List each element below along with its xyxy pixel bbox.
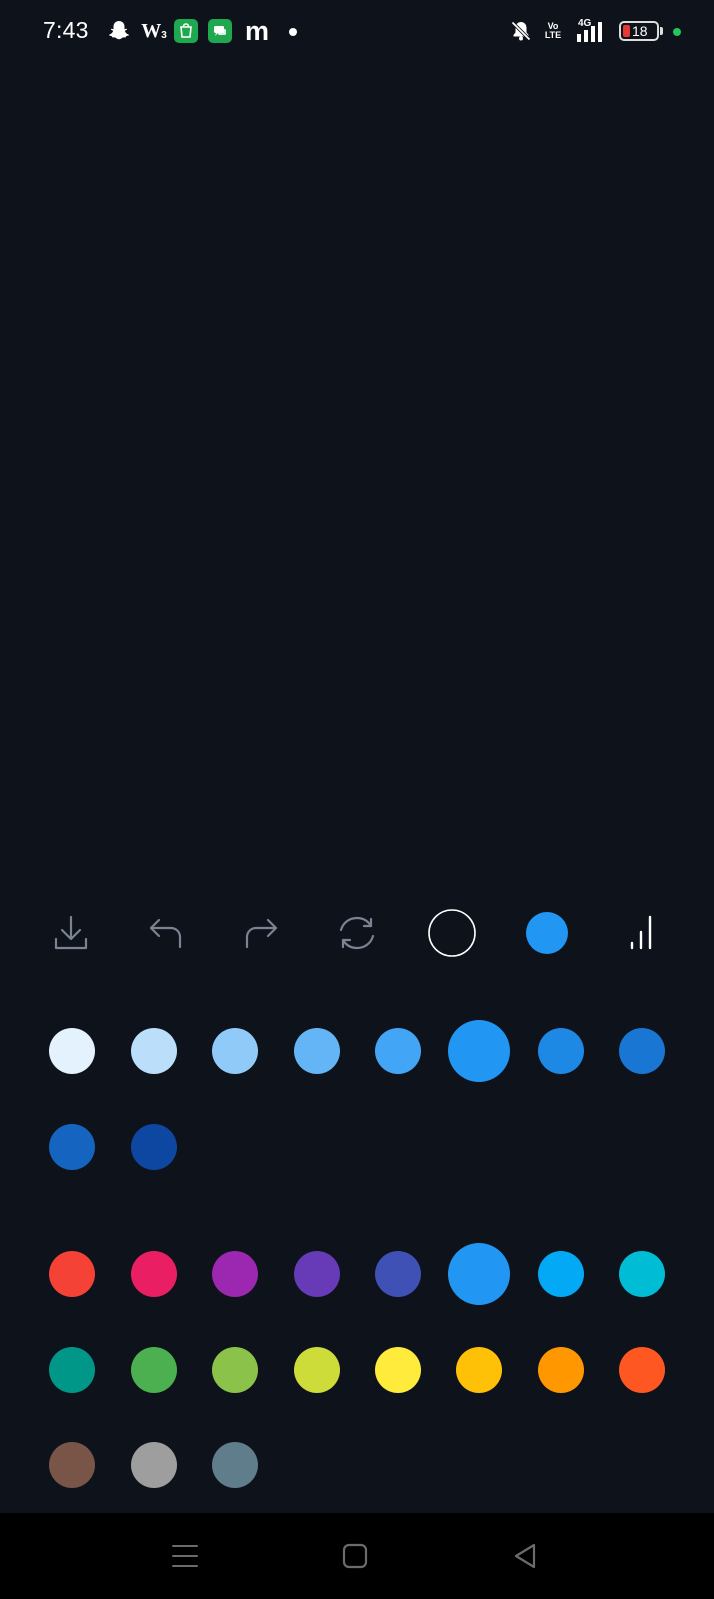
color-swatch-amber[interactable] (456, 1347, 502, 1393)
shade-swatch-1[interactable] (49, 1028, 95, 1074)
home-icon (342, 1543, 368, 1569)
shade-swatch-10[interactable] (131, 1124, 177, 1170)
shade-swatch-6-selected[interactable] (448, 1020, 510, 1082)
back-icon (514, 1543, 536, 1569)
navigation-bar (0, 1513, 714, 1599)
color-swatch-red[interactable] (49, 1251, 95, 1297)
shade-swatch-4[interactable] (294, 1028, 340, 1074)
reset-button[interactable] (322, 898, 392, 968)
shade-swatch-2[interactable] (131, 1028, 177, 1074)
brush-shape-button[interactable] (417, 898, 487, 968)
color-swatch-light-blue[interactable] (538, 1251, 584, 1297)
selected-color-circle (526, 912, 568, 954)
color-swatch-indigo[interactable] (375, 1251, 421, 1297)
status-bar: 7:43 W 3 m Vo LTE 4G 18 (0, 0, 714, 64)
messages-app-icon (208, 19, 232, 43)
battery-tip (660, 27, 663, 35)
color-swatch-purple[interactable] (212, 1251, 258, 1297)
notification-dot-icon (289, 28, 297, 36)
color-swatch-blue-selected[interactable] (448, 1243, 510, 1305)
color-swatch-pink[interactable] (131, 1251, 177, 1297)
color-swatch-brown[interactable] (49, 1442, 95, 1488)
signal-icon: 4G (574, 18, 610, 44)
volte-icon: Vo LTE (544, 21, 562, 40)
color-swatch-teal[interactable] (49, 1347, 95, 1393)
color-swatch-lime[interactable] (294, 1347, 340, 1393)
shade-swatch-7[interactable] (538, 1028, 584, 1074)
drawing-toolbar (0, 898, 714, 968)
snapchat-icon (107, 19, 131, 43)
muted-bell-icon (509, 19, 533, 43)
selected-color-icon (526, 912, 568, 954)
refresh-icon (339, 916, 375, 950)
color-swatch-cyan[interactable] (619, 1251, 665, 1297)
download-button[interactable] (36, 898, 106, 968)
shopping-app-icon (174, 19, 198, 43)
home-button[interactable] (325, 1533, 385, 1579)
recent-apps-icon (172, 1545, 198, 1567)
redo-button[interactable] (226, 898, 296, 968)
color-swatch-blue-grey[interactable] (212, 1442, 258, 1488)
back-button[interactable] (495, 1533, 555, 1579)
shade-swatch-5[interactable] (375, 1028, 421, 1074)
color-swatch-orange[interactable] (538, 1347, 584, 1393)
clock: 7:43 (43, 17, 89, 43)
color-swatch-green[interactable] (131, 1347, 177, 1393)
stroke-size-button[interactable] (607, 898, 677, 968)
brush-outline-icon (428, 909, 476, 957)
download-icon (54, 915, 88, 950)
color-swatch-deep-orange[interactable] (619, 1347, 665, 1393)
recent-apps-button[interactable] (155, 1533, 215, 1579)
color-swatch-grey[interactable] (131, 1442, 177, 1488)
color-swatch-yellow[interactable] (375, 1347, 421, 1393)
battery-level: 18 (632, 23, 648, 39)
w-app-icon: W 3 (141, 19, 167, 42)
m-app-icon: m (244, 15, 269, 46)
redo-icon (245, 918, 278, 949)
battery-level-fill (623, 25, 630, 37)
battery-icon: 18 (619, 21, 659, 41)
privacy-indicator-dot (673, 28, 681, 36)
undo-button[interactable] (131, 898, 201, 968)
shade-swatch-8[interactable] (619, 1028, 665, 1074)
color-picker-button[interactable] (512, 898, 582, 968)
stroke-size-icon (630, 915, 652, 950)
shade-swatch-9[interactable] (49, 1124, 95, 1170)
color-swatch-light-green[interactable] (212, 1347, 258, 1393)
undo-icon (149, 918, 182, 949)
shade-swatch-3[interactable] (212, 1028, 258, 1074)
color-swatch-deep-purple[interactable] (294, 1251, 340, 1297)
